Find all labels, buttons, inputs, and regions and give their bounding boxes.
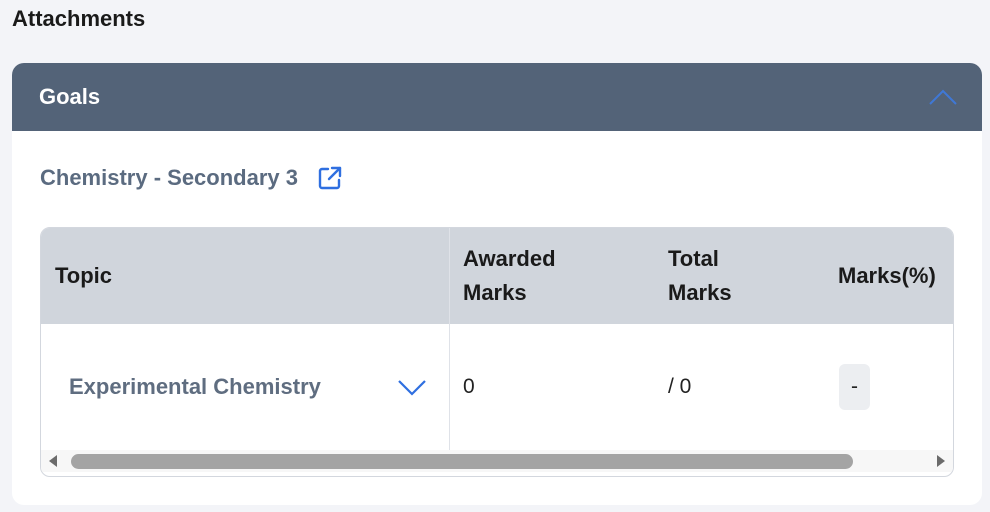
column-header-awarded-marks: Awarded Marks [463, 228, 643, 324]
subject-link[interactable]: Chemistry - Secondary 3 [40, 165, 298, 191]
subject-row: Chemistry - Secondary 3 [40, 163, 346, 193]
goals-card-header[interactable]: Goals [12, 63, 982, 131]
external-link-icon[interactable] [316, 163, 346, 193]
topic-name: Experimental Chemistry [69, 374, 321, 399]
horizontal-scrollbar[interactable] [41, 450, 953, 472]
chevron-up-icon[interactable] [926, 80, 960, 114]
scroll-left-arrow-icon[interactable] [47, 454, 61, 468]
goals-card-title: Goals [39, 84, 101, 109]
goals-table: Topic Awarded Marks Total Marks Marks(%)… [40, 227, 954, 477]
goals-card: Goals Chemistry - Secondary 3 Topic Awar… [12, 63, 982, 505]
table-header: Topic Awarded Marks Total Marks Marks(%) [41, 228, 953, 324]
total-marks-cell: / 0 [668, 375, 692, 398]
marks-percent-cell: - [839, 324, 870, 450]
column-header-marks-percent: Marks(%) [838, 263, 936, 288]
scrollbar-thumb[interactable] [71, 454, 853, 469]
column-header-total-label: Total Marks [668, 246, 732, 305]
scroll-right-arrow-icon[interactable] [933, 454, 947, 468]
section-title: Attachments [12, 6, 146, 31]
column-header-awarded-label: Awarded Marks [463, 246, 556, 305]
table-row: Experimental Chemistry 0 / 0 - [41, 324, 953, 450]
chevron-down-icon[interactable] [395, 370, 429, 404]
topic-cell: Experimental Chemistry [69, 324, 429, 450]
marks-percent-badge: - [839, 364, 870, 410]
awarded-marks-cell: 0 [463, 375, 475, 398]
column-header-total-marks: Total Marks [668, 228, 828, 324]
column-header-topic: Topic [55, 263, 113, 288]
